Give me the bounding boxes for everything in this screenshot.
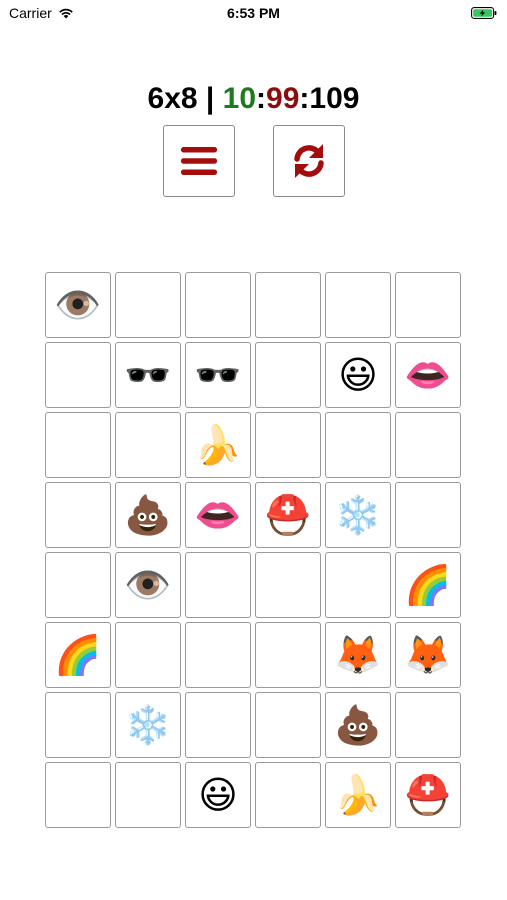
board-cell[interactable]: [45, 762, 111, 828]
board-cell[interactable]: [115, 272, 181, 338]
board-cell[interactable]: [45, 552, 111, 618]
game-board: 👁️ 🕶️ 🕶️ 😃 👄 🍌 💩 👄 ⛑️ ❄️ 👁️ 🌈 🌈 🦊 🦊 ❄️ 💩 😃 🍌 ⛑️: [45, 272, 465, 832]
title-separator: |: [197, 82, 223, 115]
timer-black-value: 109: [309, 82, 360, 115]
board-cell[interactable]: ❄️: [115, 692, 181, 758]
board-cell[interactable]: [325, 272, 391, 338]
timer-red-value: 99: [266, 82, 300, 115]
board-cell[interactable]: [395, 272, 461, 338]
board-cell[interactable]: 😃: [325, 342, 391, 408]
timer-green-value: 10: [222, 82, 257, 115]
board-cell[interactable]: [185, 622, 251, 688]
timer-colon: :: [256, 82, 267, 115]
board-cell[interactable]: [45, 412, 111, 478]
board-cell[interactable]: [255, 622, 321, 688]
board-cell[interactable]: [115, 412, 181, 478]
menu-button[interactable]: [163, 125, 235, 197]
board-cell[interactable]: [255, 692, 321, 758]
board-cell[interactable]: [115, 622, 181, 688]
status-bar: Carrier 6:53 PM: [0, 0, 507, 28]
board-cell[interactable]: 🦊: [325, 622, 391, 688]
board-cell[interactable]: 🌈: [45, 622, 111, 688]
board-cell[interactable]: [395, 412, 461, 478]
board-cell[interactable]: 🍌: [325, 762, 391, 828]
board-cell[interactable]: ❄️: [325, 482, 391, 548]
board-cell[interactable]: 💩: [325, 692, 391, 758]
hamburger-icon: [181, 147, 217, 175]
board-cell[interactable]: 🍌: [185, 412, 251, 478]
board-cell[interactable]: [255, 552, 321, 618]
restart-button[interactable]: [273, 125, 345, 197]
board-cell[interactable]: [115, 762, 181, 828]
board-cell[interactable]: [325, 552, 391, 618]
board-cell[interactable]: [325, 412, 391, 478]
board-cell[interactable]: [185, 272, 251, 338]
board-cell[interactable]: [45, 342, 111, 408]
board-cell[interactable]: [395, 692, 461, 758]
timer-colon: :: [299, 82, 310, 115]
board-cell[interactable]: [395, 482, 461, 548]
refresh-icon: [294, 144, 324, 178]
board-cell[interactable]: 💩: [115, 482, 181, 548]
board-cell[interactable]: 👄: [395, 342, 461, 408]
board-cell[interactable]: [255, 412, 321, 478]
board-cell[interactable]: 👁️: [115, 552, 181, 618]
board-cell[interactable]: 👄: [185, 482, 251, 548]
grid-size-label: 6x8: [147, 82, 198, 115]
board-cell[interactable]: 🦊: [395, 622, 461, 688]
status-time: 6:53 PM: [227, 5, 280, 21]
board-cell[interactable]: 🕶️: [115, 342, 181, 408]
board-cell[interactable]: [45, 692, 111, 758]
board-cell[interactable]: [255, 762, 321, 828]
board-cell[interactable]: 👁️: [45, 272, 111, 338]
battery-icon: [471, 7, 497, 19]
board-cell[interactable]: [255, 342, 321, 408]
board-cell[interactable]: 🕶️: [185, 342, 251, 408]
board-cell[interactable]: [185, 692, 251, 758]
board-cell[interactable]: [185, 552, 251, 618]
board-cell[interactable]: 😃: [185, 762, 251, 828]
game-status-title: 6x8 | 10:99:109: [0, 82, 507, 116]
board-cell[interactable]: [255, 272, 321, 338]
board-cell[interactable]: ⛑️: [255, 482, 321, 548]
board-cell[interactable]: ⛑️: [395, 762, 461, 828]
board-cell[interactable]: [45, 482, 111, 548]
board-cell[interactable]: 🌈: [395, 552, 461, 618]
